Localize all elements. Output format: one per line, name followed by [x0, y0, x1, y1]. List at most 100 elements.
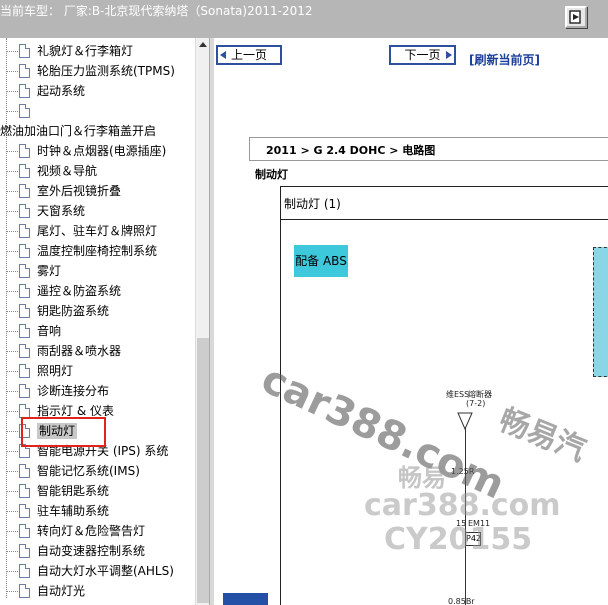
document-icon [19, 164, 30, 178]
document-icon [19, 524, 30, 538]
tree-item-label: 起动系统 [37, 84, 86, 98]
tree-item-label: 视频＆导航 [37, 164, 98, 178]
abs-label-box: 配备 ABS [294, 245, 348, 277]
watermark-text: car388.com [364, 488, 561, 523]
exit-button[interactable] [565, 6, 587, 28]
document-icon [19, 544, 30, 558]
tree-connector [6, 491, 18, 492]
tree-item-label: 钥匙防盗系统 [37, 304, 110, 318]
tree-item-label: 雨刮器＆喷水器 [37, 344, 122, 358]
document-icon [19, 344, 30, 358]
tree-item-label: 礼貌灯＆行李箱灯 [37, 44, 134, 58]
prev-page-label: 上一页 [230, 48, 267, 62]
document-icon [19, 104, 30, 118]
selection-highlight-box [21, 417, 106, 447]
tree-item-label: 天窗系统 [37, 204, 86, 218]
prev-page-button[interactable]: 上一页 [216, 45, 282, 65]
diagram-header: 制动灯 (1) [281, 187, 608, 220]
document-icon [19, 44, 30, 58]
document-icon [19, 84, 30, 98]
next-page-button[interactable]: 下一页 [389, 45, 456, 65]
tree-connector [6, 71, 18, 72]
tree-connector [6, 571, 18, 572]
document-icon [19, 184, 30, 198]
breadcrumb-box: 2011 > G 2.4 DOHC > 电路图 [249, 137, 608, 161]
tree-item-label: 转向灯＆危险警告灯 [37, 524, 146, 538]
window-title: 当前车型： 厂家:B-北京现代索纳塔（Sonata)2011-2012 [0, 4, 313, 18]
exit-icon [569, 10, 581, 24]
document-icon [19, 364, 30, 378]
section-title: 制动灯 [255, 168, 288, 181]
document-icon [19, 204, 30, 218]
tree-connector [6, 331, 18, 332]
scroll-up-arrow-icon[interactable] [196, 38, 210, 52]
tree-connector [6, 591, 18, 592]
tree-item-label: 照明灯 [37, 364, 74, 378]
refresh-page-link[interactable]: [刷新当前页] [469, 51, 540, 68]
document-icon [19, 144, 30, 158]
tree-connector [6, 351, 18, 352]
right-arrow-icon [446, 51, 452, 59]
tree-connector [6, 411, 18, 412]
watermark-text: CY20155 [384, 522, 533, 557]
tree-item-label: 自动灯光 [37, 584, 86, 598]
document-icon [19, 584, 30, 598]
tree-connector [6, 111, 18, 112]
wire-label-range: (7-2) [466, 399, 486, 408]
tree-item-label: 时钟＆点烟器(电源插座) [37, 144, 167, 158]
tree-item-label: 驻车辅助系统 [37, 504, 110, 518]
tree-item-label: 智能钥匙系统 [37, 484, 110, 498]
content-pane: 上一页 下一页 [刷新当前页] 2011 > G 2.4 DOHC > 电路图 … [214, 38, 608, 605]
tree-guide-line [6, 38, 7, 598]
tree-item-label: 燃油加油口门＆行李箱盖开启 [0, 124, 157, 138]
tree-connector [6, 211, 18, 212]
tree-connector [6, 391, 18, 392]
document-icon [19, 504, 30, 518]
tree-connector [6, 511, 18, 512]
bottom-action-button[interactable] [223, 593, 268, 605]
tree-connector [6, 371, 18, 372]
tree-connector [6, 451, 18, 452]
left-arrow-icon [220, 51, 226, 59]
document-icon [19, 304, 30, 318]
tree-item-label: 自动变速器控制系统 [37, 544, 146, 558]
tree-connector [6, 91, 18, 92]
tree-connector [6, 471, 18, 472]
tree-connector [6, 251, 18, 252]
tree-item-label: 诊断连接分布 [37, 384, 110, 398]
document-icon [19, 244, 30, 258]
tree-item-label: 室外后视镜折叠 [37, 184, 122, 198]
document-icon [19, 264, 30, 278]
breadcrumb: 2011 > G 2.4 DOHC > 电路图 [266, 144, 436, 157]
document-icon [19, 64, 30, 78]
tree-connector [6, 171, 18, 172]
tree-item-label: 尾灯、驻车灯＆牌照灯 [37, 224, 158, 238]
scroll-thumb[interactable] [197, 338, 209, 603]
tree-item-label: 音响 [37, 324, 62, 338]
tree-item-label: 智能记忆系统(IMS) [37, 464, 140, 478]
sidebar-scrollbar[interactable] [195, 38, 210, 605]
tree-item-label: 自动大灯水平调整(AHLS) [37, 564, 174, 578]
tree-item-label: 温度控制座椅控制系统 [37, 244, 158, 258]
module-box [593, 247, 608, 377]
wire-label-2: 0.85Br [448, 597, 475, 605]
tree-connector [6, 551, 18, 552]
sidebar-tree: 礼貌灯＆行李箱灯轮胎压力监测系统(TPMS) 起动系统燃油加油口门＆行李箱盖开启时… [0, 38, 209, 605]
tree-connector [6, 231, 18, 232]
document-icon [19, 384, 30, 398]
tree-item-label: 轮胎压力监测系统(TPMS) [37, 64, 175, 78]
document-icon [19, 484, 30, 498]
tree-connector [6, 51, 18, 52]
tree-connector [6, 291, 18, 292]
tree-connector [6, 531, 18, 532]
tree-item-label: 遥控＆防盗系统 [37, 284, 122, 298]
tree-connector [6, 191, 18, 192]
document-icon [19, 404, 30, 418]
tree-connector [6, 271, 18, 272]
diagram-title: 制动灯 (1) [284, 197, 341, 211]
document-icon [19, 224, 30, 238]
next-page-label: 下一页 [404, 48, 441, 62]
document-icon [19, 324, 30, 338]
tree-connector [6, 311, 18, 312]
title-bar: 当前车型： 厂家:B-北京现代索纳塔（Sonata)2011-2012 [0, 0, 608, 38]
